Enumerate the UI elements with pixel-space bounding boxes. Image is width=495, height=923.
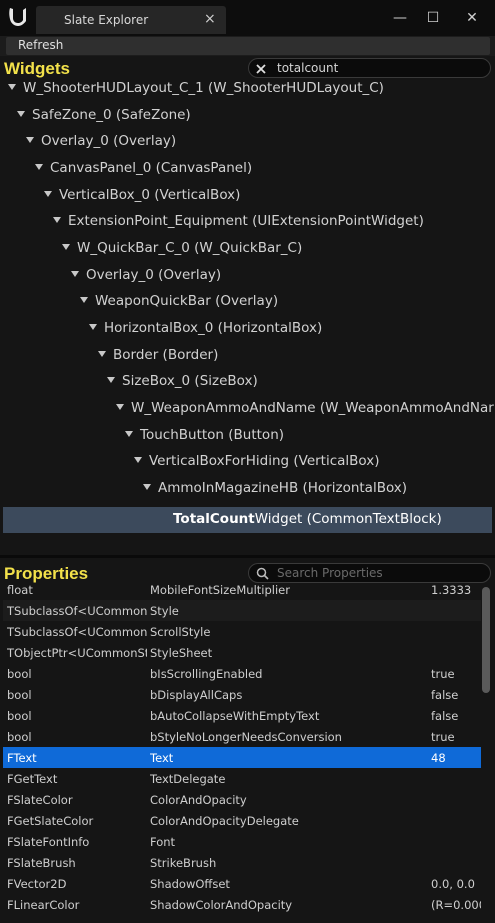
property-row[interactable]: bool bAutoCollapseWithEmptyText false [3, 705, 481, 726]
widget-search-input[interactable]: totalcount [248, 58, 491, 78]
expand-arrow-icon[interactable] [89, 324, 97, 330]
tree-item[interactable]: TouchButton (Button) [125, 427, 284, 453]
selected-widget-highlight: TotalCount [173, 511, 255, 527]
minimize-icon[interactable]: — [390, 8, 410, 28]
close-icon[interactable]: ✕ [462, 8, 482, 28]
properties-search-input[interactable]: Search Properties [248, 563, 491, 583]
property-row[interactable]: FGetSlateColor ColorAndOpacityDelegate [3, 810, 481, 831]
property-row[interactable]: FVector2D ShadowOffset 0.0, 0.0 [3, 873, 481, 894]
tree-item[interactable]: VerticalBox_0 (VerticalBox) [44, 187, 240, 213]
property-row[interactable]: TSubclassOf<UCommonTe Style [3, 600, 481, 621]
search-icon [256, 567, 269, 580]
property-row[interactable]: bool bDisplayAllCaps false [3, 684, 481, 705]
clear-search-icon[interactable] [255, 63, 267, 75]
tab-close-icon[interactable]: × [204, 11, 216, 27]
expand-arrow-icon[interactable] [8, 84, 16, 90]
property-row[interactable]: TObjectPtr<UCommonStyl StyleSheet [3, 642, 481, 663]
toolbar: Refresh [0, 36, 495, 56]
tab-title: Slate Explorer [64, 13, 149, 27]
title-bar: Slate Explorer × — ☐ ✕ [0, 0, 495, 36]
tree-item[interactable]: Overlay_0 (Overlay) [26, 133, 176, 159]
property-row[interactable]: FGetText TextDelegate [3, 768, 481, 789]
expand-arrow-icon[interactable] [134, 457, 142, 463]
expand-arrow-icon[interactable] [80, 297, 88, 303]
tree-item[interactable]: AmmoInMagazineHB (HorizontalBox) [143, 480, 407, 506]
tab-slate-explorer[interactable]: Slate Explorer × [36, 6, 226, 34]
tree-item[interactable]: Border (Border) [98, 347, 218, 373]
expand-arrow-icon[interactable] [116, 404, 124, 410]
tree-item[interactable]: SizeBox_0 (SizeBox) [107, 373, 258, 399]
expand-arrow-icon[interactable] [98, 351, 106, 357]
tree-item[interactable]: W_QuickBar_C_0 (W_QuickBar_C) [62, 240, 302, 266]
property-row[interactable]: TSubclassOf<UCommonTe ScrollStyle [3, 621, 481, 642]
expand-arrow-icon[interactable] [53, 217, 61, 223]
tree-item-selected[interactable]: TotalCountWidget (CommonTextBlock) [3, 507, 492, 533]
tree-item[interactable]: HorizontalBox_0 (HorizontalBox) [89, 320, 322, 346]
expand-arrow-icon[interactable] [17, 111, 25, 117]
property-row-selected[interactable]: FText Text 48 [3, 747, 481, 768]
expand-arrow-icon[interactable] [107, 377, 115, 383]
properties-scrollbar[interactable] [482, 587, 490, 693]
tree-item[interactable]: Overlay_0 (Overlay) [71, 267, 221, 293]
refresh-label: Refresh [18, 38, 64, 52]
tree-item[interactable]: ExtensionPoint_Equipment (UIExtensionPoi… [53, 213, 424, 239]
widgets-title: Widgets [4, 59, 70, 78]
property-row[interactable]: FSlateBrush StrikeBrush [3, 852, 481, 873]
selected-widget-type: Widget (CommonTextBlock) [254, 511, 442, 527]
properties-title: Properties [4, 564, 89, 583]
splitter[interactable] [0, 555, 495, 558]
expand-arrow-icon[interactable] [71, 271, 79, 277]
refresh-button[interactable]: Refresh [6, 37, 490, 55]
tree-item[interactable]: CanvasPanel_0 (CanvasPanel) [35, 160, 252, 186]
expand-arrow-icon[interactable] [26, 137, 34, 143]
property-row[interactable]: FLinearColor ShadowColorAndOpacity (R=0.00… [3, 894, 481, 915]
property-row[interactable]: FSlateFontInfo Font [3, 831, 481, 852]
expand-arrow-icon[interactable] [125, 431, 133, 437]
expand-arrow-icon[interactable] [35, 164, 43, 170]
unreal-logo-icon [9, 8, 26, 26]
tree-item[interactable]: W_ShooterHUDLayout_C_1 (W_ShooterHUDLayo… [8, 80, 384, 106]
expand-arrow-icon[interactable] [143, 484, 151, 490]
expand-arrow-icon[interactable] [62, 244, 70, 250]
widget-search-value: totalcount [277, 61, 339, 75]
property-row[interactable]: bool bStyleNoLongerNeedsConversion true [3, 726, 481, 747]
properties-search-placeholder: Search Properties [277, 566, 383, 580]
widget-tree: W_ShooterHUDLayout_C_1 (W_ShooterHUDLayo… [0, 80, 495, 550]
tree-item[interactable]: WeaponQuickBar (Overlay) [80, 293, 278, 319]
tree-item[interactable]: W_WeaponAmmoAndName (W_WeaponAmmoAndNar [116, 400, 494, 426]
tree-item[interactable]: SafeZone_0 (SafeZone) [17, 107, 191, 133]
property-row[interactable]: float MobileFontSizeMultiplier 1.3333 [3, 585, 481, 600]
selected-widget-label: TotalCountWidget (CommonTextBlock) [173, 511, 442, 527]
expand-arrow-icon[interactable] [44, 191, 52, 197]
maximize-icon[interactable]: ☐ [423, 8, 443, 28]
property-row[interactable]: bool bIsScrollingEnabled true [3, 663, 481, 684]
property-row[interactable]: FSlateColor ColorAndOpacity [3, 789, 481, 810]
properties-table: float MobileFontSizeMultiplier 1.3333 TSub… [3, 585, 481, 923]
tree-item[interactable]: VerticalBoxForHiding (VerticalBox) [134, 453, 380, 479]
